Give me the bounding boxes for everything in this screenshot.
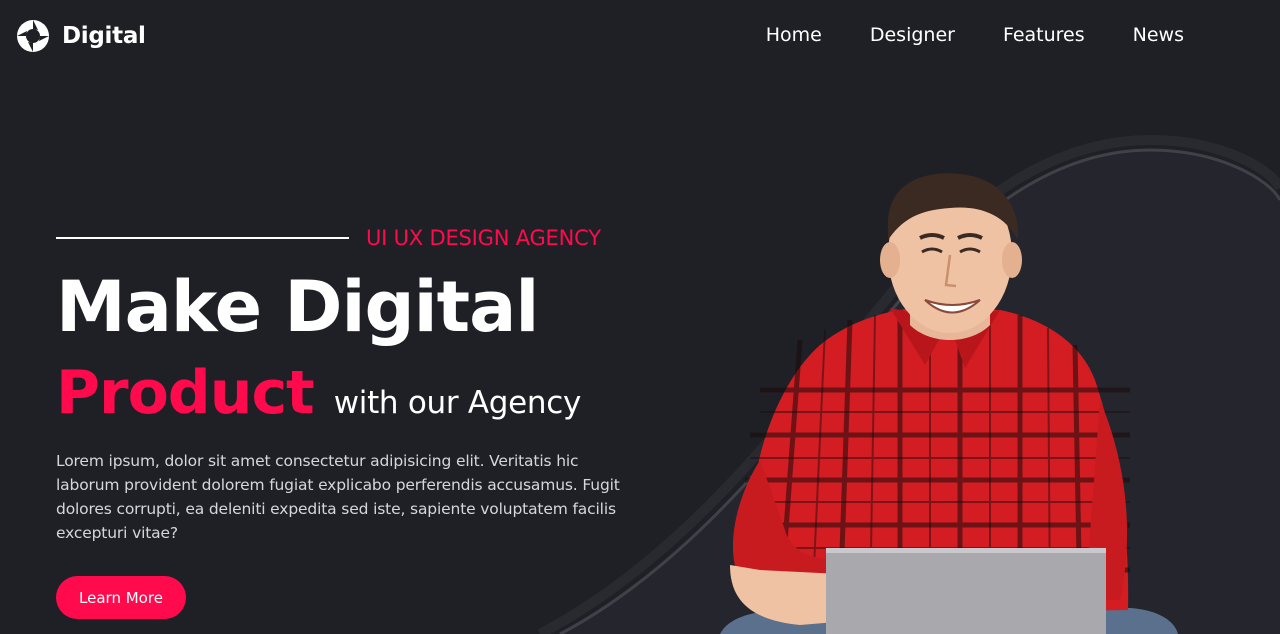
hero-description: Lorem ipsum, dolor sit amet consectetur … (56, 452, 620, 542)
aperture-icon (17, 20, 49, 52)
site-header: Digital Home Designer Features News (0, 0, 1280, 76)
hero-headline-accent: Product (56, 358, 315, 428)
hero-headline-second-line: Product with our Agency (56, 358, 581, 428)
landing-page: Digital Home Designer Features News UI U… (0, 0, 1280, 634)
hero-headline: Make Digital (56, 266, 539, 348)
nav-link-home[interactable]: Home (766, 24, 822, 46)
main-nav: Home Designer Features News (766, 24, 1184, 46)
nav-link-designer[interactable]: Designer (870, 24, 955, 46)
tagline-row: UI UX DESIGN AGENCY (56, 226, 601, 250)
nav-link-features[interactable]: Features (1003, 24, 1085, 46)
tagline-divider (56, 237, 349, 239)
nav-link-news[interactable]: News (1133, 24, 1184, 46)
brand-logo[interactable]: Digital (16, 19, 146, 53)
brand-name: Digital (62, 23, 146, 49)
learn-more-button[interactable]: Learn More (56, 576, 186, 619)
smiling-man-laptop-photo (720, 173, 1178, 634)
hero-tagline: UI UX DESIGN AGENCY (366, 226, 601, 250)
hero-headline-rest: with our Agency (333, 385, 582, 421)
